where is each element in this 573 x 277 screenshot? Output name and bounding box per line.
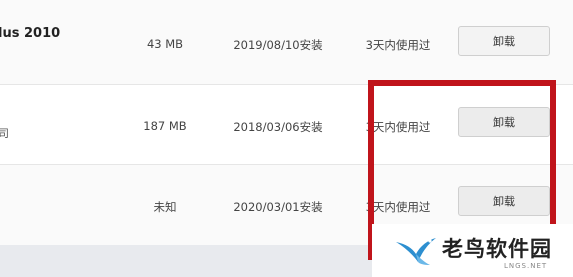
last-used: 3天内使用过	[365, 38, 431, 52]
uninstall-button[interactable]: 卸载	[458, 26, 550, 56]
bird-logo-icon	[396, 238, 436, 265]
list-item[interactable]: lus 2010 43 MB 2019/08/10安装 3天内使用过 卸载	[0, 0, 573, 85]
last-used: 3天内使用过	[365, 120, 431, 134]
program-list: lus 2010 43 MB 2019/08/10安装 3天内使用过 卸载 司 …	[0, 0, 573, 246]
program-publisher: 司	[0, 127, 9, 140]
list-item[interactable]: 司 187 MB 2018/03/06安装 3天内使用过 卸载	[0, 85, 573, 165]
program-name: lus 2010	[0, 26, 61, 41]
watermark-url: LNGS.NET	[504, 262, 548, 270]
uninstall-button[interactable]: 卸载	[458, 186, 550, 216]
uninstall-button[interactable]: 卸载	[458, 107, 550, 137]
watermark-title: 老鸟软件园	[442, 237, 552, 261]
site-watermark: 老鸟软件园 LNGS.NET	[372, 224, 573, 277]
install-date: 2020/03/01安装	[233, 200, 323, 214]
install-date: 2018/03/06安装	[233, 120, 323, 134]
program-size: 187 MB	[143, 119, 187, 133]
program-size: 未知	[153, 200, 177, 214]
install-date: 2019/08/10安装	[233, 38, 323, 52]
program-size: 43 MB	[146, 37, 184, 51]
last-used: 3天内使用过	[365, 200, 431, 214]
